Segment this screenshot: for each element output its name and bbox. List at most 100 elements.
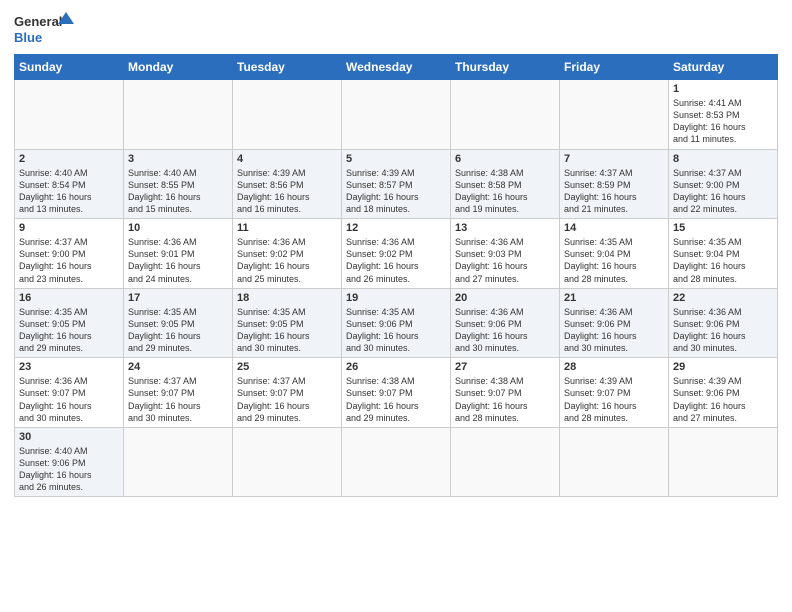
- day-number: 27: [455, 361, 555, 373]
- calendar-cell: [124, 80, 233, 150]
- day-number: 14: [564, 222, 664, 234]
- weekday-tuesday: Tuesday: [233, 55, 342, 80]
- day-info: Sunrise: 4:40 AM Sunset: 9:06 PM Dayligh…: [19, 445, 119, 494]
- calendar-cell: [560, 427, 669, 497]
- calendar-cell: 8 Sunrise: 4:37 AM Sunset: 9:00 PM Daylig…: [669, 149, 778, 219]
- day-number: 28: [564, 361, 664, 373]
- day-info: Sunrise: 4:41 AM Sunset: 8:53 PM Dayligh…: [673, 97, 773, 146]
- day-number: 7: [564, 153, 664, 165]
- day-number: 8: [673, 153, 773, 165]
- day-number: 12: [346, 222, 446, 234]
- day-info: Sunrise: 4:39 AM Sunset: 9:07 PM Dayligh…: [564, 375, 664, 424]
- day-info: Sunrise: 4:35 AM Sunset: 9:06 PM Dayligh…: [346, 306, 446, 355]
- day-info: Sunrise: 4:36 AM Sunset: 9:03 PM Dayligh…: [455, 236, 555, 285]
- day-number: 23: [19, 361, 119, 373]
- day-number: 19: [346, 292, 446, 304]
- calendar-cell: [124, 427, 233, 497]
- day-number: 26: [346, 361, 446, 373]
- weekday-wednesday: Wednesday: [342, 55, 451, 80]
- day-info: Sunrise: 4:36 AM Sunset: 9:06 PM Dayligh…: [564, 306, 664, 355]
- calendar-week-1: 1 Sunrise: 4:41 AM Sunset: 8:53 PM Daylig…: [15, 80, 778, 150]
- calendar-cell: [15, 80, 124, 150]
- calendar-week-4: 16 Sunrise: 4:35 AM Sunset: 9:05 PM Dayli…: [15, 288, 778, 358]
- calendar-cell: 9Sunrise: 4:37 AM Sunset: 9:00 PM Daylig…: [15, 219, 124, 289]
- calendar-cell: 22Sunrise: 4:36 AM Sunset: 9:06 PM Dayli…: [669, 288, 778, 358]
- calendar-cell: 16 Sunrise: 4:35 AM Sunset: 9:05 PM Dayli…: [15, 288, 124, 358]
- calendar-cell: [451, 427, 560, 497]
- calendar-cell: 13 Sunrise: 4:36 AM Sunset: 9:03 PM Dayli…: [451, 219, 560, 289]
- calendar-cell: 19 Sunrise: 4:35 AM Sunset: 9:06 PM Dayli…: [342, 288, 451, 358]
- calendar-body: 1 Sunrise: 4:41 AM Sunset: 8:53 PM Daylig…: [15, 80, 778, 497]
- calendar-cell: 2Sunrise: 4:40 AM Sunset: 8:54 PM Daylig…: [15, 149, 124, 219]
- calendar-cell: [342, 427, 451, 497]
- day-info: Sunrise: 4:39 AM Sunset: 8:57 PM Dayligh…: [346, 167, 446, 216]
- calendar-table: SundayMondayTuesdayWednesdayThursdayFrid…: [14, 54, 778, 497]
- calendar-week-6: 30 Sunrise: 4:40 AM Sunset: 9:06 PM Dayli…: [15, 427, 778, 497]
- calendar-cell: [233, 427, 342, 497]
- calendar-cell: 5Sunrise: 4:39 AM Sunset: 8:57 PM Daylig…: [342, 149, 451, 219]
- day-number: 4: [237, 153, 337, 165]
- calendar-cell: 15 Sunrise: 4:35 AM Sunset: 9:04 PM Dayli…: [669, 219, 778, 289]
- calendar-cell: 6 Sunrise: 4:38 AM Sunset: 8:58 PM Daylig…: [451, 149, 560, 219]
- day-number: 6: [455, 153, 555, 165]
- day-info: Sunrise: 4:36 AM Sunset: 9:02 PM Dayligh…: [237, 236, 337, 285]
- weekday-header-row: SundayMondayTuesdayWednesdayThursdayFrid…: [15, 55, 778, 80]
- day-info: Sunrise: 4:37 AM Sunset: 9:07 PM Dayligh…: [237, 375, 337, 424]
- weekday-sunday: Sunday: [15, 55, 124, 80]
- day-info: Sunrise: 4:36 AM Sunset: 9:02 PM Dayligh…: [346, 236, 446, 285]
- calendar-week-2: 2Sunrise: 4:40 AM Sunset: 8:54 PM Daylig…: [15, 149, 778, 219]
- day-info: Sunrise: 4:37 AM Sunset: 8:59 PM Dayligh…: [564, 167, 664, 216]
- calendar-cell: 12 Sunrise: 4:36 AM Sunset: 9:02 PM Dayli…: [342, 219, 451, 289]
- calendar-cell: 10 Sunrise: 4:36 AM Sunset: 9:01 PM Dayli…: [124, 219, 233, 289]
- day-number: 17: [128, 292, 228, 304]
- day-number: 10: [128, 222, 228, 234]
- calendar-cell: [233, 80, 342, 150]
- day-info: Sunrise: 4:38 AM Sunset: 9:07 PM Dayligh…: [455, 375, 555, 424]
- day-info: Sunrise: 4:37 AM Sunset: 9:00 PM Dayligh…: [19, 236, 119, 285]
- svg-text:General: General: [14, 14, 62, 29]
- calendar-cell: 14Sunrise: 4:35 AM Sunset: 9:04 PM Dayli…: [560, 219, 669, 289]
- calendar-cell: 29Sunrise: 4:39 AM Sunset: 9:06 PM Dayli…: [669, 358, 778, 428]
- calendar-cell: [342, 80, 451, 150]
- calendar-cell: 28 Sunrise: 4:39 AM Sunset: 9:07 PM Dayli…: [560, 358, 669, 428]
- calendar-cell: 24Sunrise: 4:37 AM Sunset: 9:07 PM Dayli…: [124, 358, 233, 428]
- day-info: Sunrise: 4:38 AM Sunset: 8:58 PM Dayligh…: [455, 167, 555, 216]
- calendar-cell: 23 Sunrise: 4:36 AM Sunset: 9:07 PM Dayli…: [15, 358, 124, 428]
- day-info: Sunrise: 4:36 AM Sunset: 9:06 PM Dayligh…: [455, 306, 555, 355]
- calendar-cell: 3Sunrise: 4:40 AM Sunset: 8:55 PM Daylig…: [124, 149, 233, 219]
- day-info: Sunrise: 4:36 AM Sunset: 9:07 PM Dayligh…: [19, 375, 119, 424]
- day-number: 18: [237, 292, 337, 304]
- day-info: Sunrise: 4:37 AM Sunset: 9:00 PM Dayligh…: [673, 167, 773, 216]
- calendar-cell: 30 Sunrise: 4:40 AM Sunset: 9:06 PM Dayli…: [15, 427, 124, 497]
- day-number: 13: [455, 222, 555, 234]
- day-number: 22: [673, 292, 773, 304]
- calendar-cell: [451, 80, 560, 150]
- weekday-friday: Friday: [560, 55, 669, 80]
- day-info: Sunrise: 4:35 AM Sunset: 9:04 PM Dayligh…: [673, 236, 773, 285]
- calendar-cell: 20Sunrise: 4:36 AM Sunset: 9:06 PM Dayli…: [451, 288, 560, 358]
- day-info: Sunrise: 4:35 AM Sunset: 9:05 PM Dayligh…: [19, 306, 119, 355]
- day-number: 16: [19, 292, 119, 304]
- calendar-week-3: 9Sunrise: 4:37 AM Sunset: 9:00 PM Daylig…: [15, 219, 778, 289]
- calendar-cell: 1 Sunrise: 4:41 AM Sunset: 8:53 PM Daylig…: [669, 80, 778, 150]
- weekday-thursday: Thursday: [451, 55, 560, 80]
- day-number: 24: [128, 361, 228, 373]
- calendar-cell: 26Sunrise: 4:38 AM Sunset: 9:07 PM Dayli…: [342, 358, 451, 428]
- day-info: Sunrise: 4:35 AM Sunset: 9:05 PM Dayligh…: [128, 306, 228, 355]
- day-number: 3: [128, 153, 228, 165]
- calendar-cell: 25Sunrise: 4:37 AM Sunset: 9:07 PM Dayli…: [233, 358, 342, 428]
- logo: General Blue: [14, 10, 74, 48]
- weekday-monday: Monday: [124, 55, 233, 80]
- calendar-cell: 21 Sunrise: 4:36 AM Sunset: 9:06 PM Dayli…: [560, 288, 669, 358]
- day-info: Sunrise: 4:39 AM Sunset: 9:06 PM Dayligh…: [673, 375, 773, 424]
- calendar-week-5: 23 Sunrise: 4:36 AM Sunset: 9:07 PM Dayli…: [15, 358, 778, 428]
- day-number: 30: [19, 431, 119, 443]
- day-info: Sunrise: 4:39 AM Sunset: 8:56 PM Dayligh…: [237, 167, 337, 216]
- calendar-cell: 27 Sunrise: 4:38 AM Sunset: 9:07 PM Dayli…: [451, 358, 560, 428]
- calendar-cell: 17 Sunrise: 4:35 AM Sunset: 9:05 PM Dayli…: [124, 288, 233, 358]
- day-number: 21: [564, 292, 664, 304]
- day-number: 11: [237, 222, 337, 234]
- day-number: 15: [673, 222, 773, 234]
- day-info: Sunrise: 4:36 AM Sunset: 9:01 PM Dayligh…: [128, 236, 228, 285]
- day-number: 1: [673, 83, 773, 95]
